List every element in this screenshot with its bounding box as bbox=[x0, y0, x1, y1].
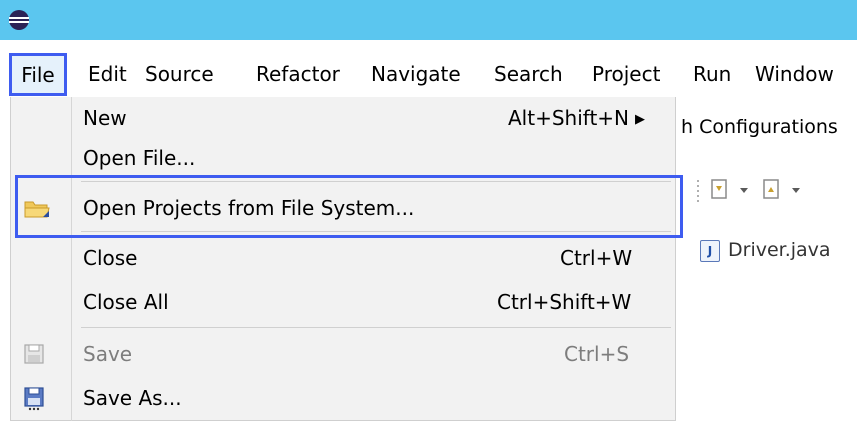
menu-navigate[interactable]: Navigate bbox=[371, 52, 461, 97]
menu-item-label: Save As... bbox=[83, 386, 182, 410]
menu-item-save-as[interactable]: Save As... bbox=[11, 379, 675, 417]
next-annotation-icon bbox=[711, 179, 727, 199]
previous-annotation-icon bbox=[763, 179, 779, 199]
toolbar-fragment bbox=[690, 172, 857, 208]
menu-separator bbox=[81, 327, 671, 328]
menu-item-label: Close bbox=[83, 246, 138, 270]
menu-item-open-file[interactable]: Open File... bbox=[11, 139, 675, 177]
menu-search[interactable]: Search bbox=[494, 52, 563, 97]
menu-window[interactable]: Window bbox=[755, 52, 834, 97]
java-file-icon: J bbox=[700, 239, 720, 262]
title-bar bbox=[0, 0, 857, 40]
dropdown-arrow-icon bbox=[740, 188, 748, 193]
menu-item-close-all[interactable]: Close All Ctrl+Shift+W bbox=[11, 283, 675, 321]
menu-item-close[interactable]: Close Ctrl+W bbox=[11, 239, 675, 277]
menu-item-label: Close All bbox=[83, 290, 169, 314]
menu-item-label: Open File... bbox=[83, 146, 196, 170]
submenu-arrow-icon: ▶ bbox=[635, 111, 646, 127]
menu-item-save[interactable]: Save Ctrl+S bbox=[11, 335, 675, 373]
menu-file[interactable]: File bbox=[9, 53, 67, 96]
dropdown-arrow-icon bbox=[792, 188, 800, 193]
menu-item-new[interactable]: New Alt+Shift+N ▶ bbox=[11, 99, 675, 137]
editor-tab-driver[interactable]: J Driver.java bbox=[700, 230, 857, 270]
menu-item-shortcut: Ctrl+S bbox=[564, 342, 630, 366]
launch-configurations-text[interactable]: h Configurations bbox=[681, 116, 838, 138]
menu-edit[interactable]: Edit bbox=[88, 52, 127, 97]
menu-item-shortcut: Alt+Shift+N ▶ bbox=[508, 106, 646, 130]
highlight-annotation-box bbox=[15, 175, 683, 238]
menu-project[interactable]: Project bbox=[592, 52, 660, 97]
file-menu-dropdown: New Alt+Shift+N ▶ Open File... Open Proje… bbox=[10, 97, 676, 421]
menu-item-label: Save bbox=[83, 342, 133, 366]
menu-run[interactable]: Run bbox=[693, 52, 731, 97]
save-as-icon bbox=[24, 387, 44, 411]
menu-source[interactable]: Source bbox=[145, 52, 214, 97]
menu-item-label: New bbox=[83, 106, 127, 130]
menu-item-shortcut: Ctrl+Shift+W bbox=[497, 290, 632, 314]
menu-refactor[interactable]: Refactor bbox=[256, 52, 340, 97]
tab-label: Driver.java bbox=[728, 239, 831, 261]
eclipse-logo-icon bbox=[9, 10, 29, 30]
toolbar-icons bbox=[697, 179, 800, 202]
menu-bar: Edit Source Refactor Navigate Search Pro… bbox=[0, 52, 857, 97]
save-icon bbox=[24, 344, 44, 364]
menu-item-shortcut: Ctrl+W bbox=[560, 246, 633, 270]
